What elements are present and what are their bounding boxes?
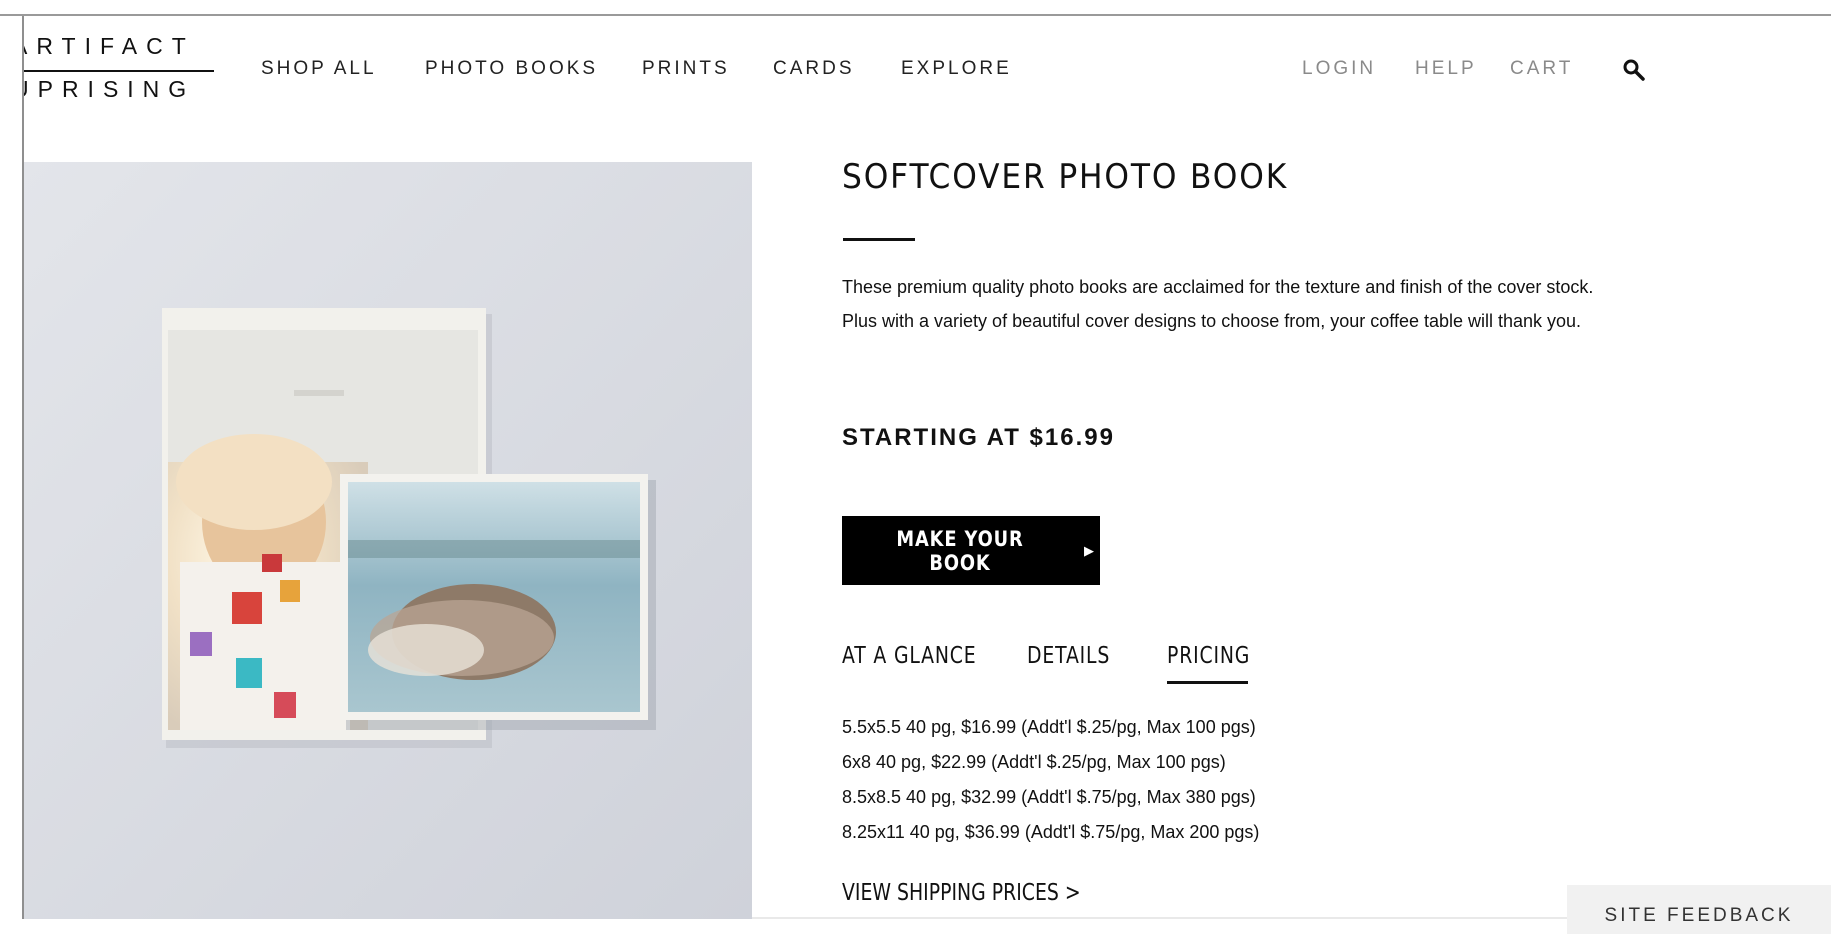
site-feedback-button[interactable]: SITE FEEDBACK bbox=[1567, 885, 1831, 934]
pricing-line: 6x8 40 pg, $22.99 (Addt'l $.25/pg, Max 1… bbox=[842, 752, 1226, 772]
window-top-edge bbox=[0, 0, 1831, 16]
logo-line-1: ARTIFACT bbox=[24, 33, 195, 59]
help-link[interactable]: HELP bbox=[1415, 58, 1477, 80]
brand-logo[interactable]: ARTIFACT UPRISING bbox=[24, 32, 214, 106]
make-your-book-label: MAKE YOUR BOOK bbox=[896, 526, 1024, 575]
pricing-line: 8.5x8.5 40 pg, $32.99 (Addt'l $.75/pg, M… bbox=[842, 787, 1256, 807]
caret-right-icon: ▶ bbox=[1084, 542, 1094, 558]
product-title: SOFTCOVER PHOTO BOOK bbox=[842, 157, 1289, 197]
pricing-list: 5.5x5.5 40 pg, $16.99 (Addt'l $.25/pg, M… bbox=[842, 710, 1259, 850]
product-description: These premium quality photo books are ac… bbox=[842, 277, 1594, 331]
nav-shop-all[interactable]: SHOP ALL bbox=[261, 58, 377, 80]
view-shipping-prices-link[interactable]: VIEW SHIPPING PRICES > bbox=[842, 880, 1081, 906]
login-link[interactable]: LOGIN bbox=[1302, 58, 1376, 80]
search-icon[interactable] bbox=[1622, 58, 1646, 82]
logo-line-2: UPRISING bbox=[24, 76, 196, 102]
nav-explore[interactable]: EXPLORE bbox=[901, 58, 1012, 80]
title-divider bbox=[843, 238, 915, 241]
cart-link[interactable]: CART bbox=[1510, 58, 1573, 80]
make-your-book-button[interactable]: MAKE YOUR BOOK ▶ bbox=[842, 516, 1100, 585]
product-hero-image bbox=[24, 162, 752, 919]
hero-photo-illustration bbox=[24, 162, 752, 919]
nav-prints[interactable]: PRINTS bbox=[642, 58, 730, 80]
tab-details[interactable]: DETAILS bbox=[1027, 643, 1110, 669]
tab-pricing[interactable]: PRICING bbox=[1167, 643, 1250, 669]
pricing-line: 8.25x11 40 pg, $36.99 (Addt'l $.75/pg, M… bbox=[842, 822, 1260, 842]
starting-price: STARTING AT $16.99 bbox=[842, 424, 1115, 451]
active-tab-indicator bbox=[1167, 681, 1248, 684]
nav-photo-books[interactable]: PHOTO BOOKS bbox=[425, 58, 598, 80]
logo-rule bbox=[24, 70, 214, 72]
pricing-line: 5.5x5.5 40 pg, $16.99 (Addt'l $.25/pg, M… bbox=[842, 717, 1256, 737]
tab-at-a-glance[interactable]: AT A GLANCE bbox=[842, 643, 977, 669]
nav-cards[interactable]: CARDS bbox=[773, 58, 855, 80]
